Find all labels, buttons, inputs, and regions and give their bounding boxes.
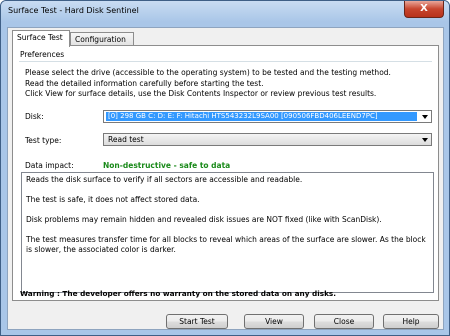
description-paragraph: The test measures transfer time for all …: [26, 235, 426, 254]
surface-test-panel: Preferences Please select the drive (acc…: [12, 45, 439, 301]
intro-line: Read the detailed information carefully …: [25, 78, 264, 88]
disk-select[interactable]: [0] 298 GB C: D: E: F: Hitachi HTS543232…: [103, 110, 432, 123]
test-type-value: Read test: [108, 135, 144, 144]
test-type-select[interactable]: Read test: [103, 133, 432, 146]
start-test-button[interactable]: Start Test: [166, 314, 228, 329]
close-button[interactable]: Close: [314, 314, 374, 329]
description-paragraph: Disk problems may remain hidden and reve…: [26, 215, 382, 224]
preferences-divider: [19, 61, 432, 62]
data-impact-value: Non-destructive - safe to data: [103, 161, 231, 170]
view-button[interactable]: View: [244, 314, 304, 329]
help-button[interactable]: Help: [383, 314, 439, 329]
title-bar[interactable]: Surface Test - Hard Disk Sentinel X: [1, 1, 449, 22]
chevron-down-icon: [422, 115, 428, 119]
window-title: Surface Test - Hard Disk Sentinel: [8, 6, 139, 15]
test-description-box[interactable]: Reads the disk surface to verify if all …: [21, 172, 434, 293]
intro-text: Please select the drive (accessible to t…: [25, 68, 435, 100]
tab-surface-test[interactable]: Surface Test: [12, 30, 70, 47]
description-paragraph: Reads the disk surface to verify if all …: [26, 175, 303, 184]
intro-line: Click View for surface details, use the …: [25, 89, 377, 98]
close-window-button[interactable]: X: [404, 1, 444, 18]
description-paragraph: The test is safe, it does not affect sto…: [26, 195, 200, 204]
disk-label: Disk:: [25, 112, 44, 121]
tab-configuration[interactable]: Configuration: [70, 32, 134, 46]
app-window: Surface Test - Hard Disk Sentinel X Surf…: [0, 0, 450, 336]
preferences-label: Preferences: [20, 50, 65, 59]
disk-select-value: [0] 298 GB C: D: E: F: Hitachi HTS543232…: [106, 112, 417, 121]
test-type-label: Test type:: [25, 136, 62, 145]
dialog-body: Surface Test Configuration Preferences P…: [7, 27, 444, 330]
data-impact-label: Data impact:: [25, 161, 74, 170]
intro-line: Please select the drive (accessible to t…: [25, 68, 391, 77]
warranty-warning: Warning : The developer offers no warran…: [20, 289, 337, 298]
chevron-down-icon: [422, 138, 428, 142]
